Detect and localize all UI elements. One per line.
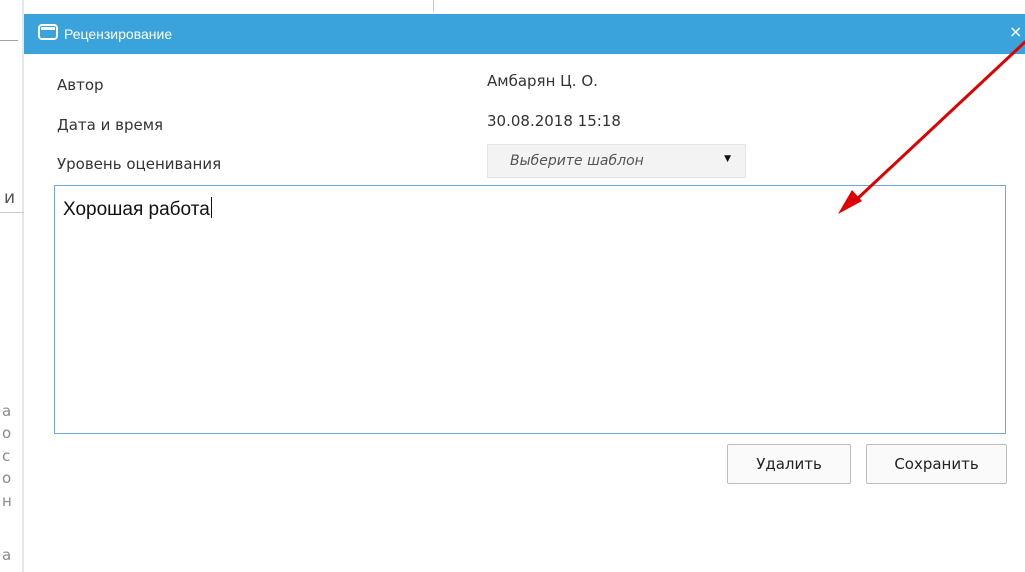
background-text-fragment: с [2, 447, 11, 465]
background-text-fragment: а [2, 546, 12, 564]
background-header-strip [0, 0, 1025, 14]
review-text-container: Хорошая работа [63, 197, 212, 221]
background-text-fragment: о [2, 424, 12, 442]
text-caret [210, 197, 212, 218]
dialog-titlebar: Рецензирование × [24, 14, 1025, 54]
review-text: Хорошая работа [63, 199, 210, 220]
background-text-fragment: и [4, 188, 16, 208]
template-select[interactable]: Выберите шаблон ▼ [487, 144, 746, 178]
background-text-fragment: н [2, 492, 12, 510]
author-value: Амбарян Ц. О. [487, 72, 598, 90]
delete-button[interactable]: Удалить [727, 444, 851, 484]
save-button[interactable]: Сохранить [866, 444, 1007, 484]
assessment-level-label: Уровень оценивания [57, 155, 222, 173]
background-dash [0, 40, 18, 41]
review-textarea[interactable]: Хорошая работа [54, 185, 1006, 434]
background-separator [0, 212, 24, 213]
background-text-fragment: о [2, 469, 12, 487]
dropdown-arrow-icon: ▼ [724, 154, 731, 164]
datetime-value: 30.08.2018 15:18 [487, 112, 621, 130]
close-icon[interactable]: × [1009, 22, 1025, 42]
review-dialog: Рецензирование × Автор Амбарян Ц. О. Дат… [24, 14, 1025, 572]
window-icon [38, 24, 58, 40]
background-text-fragment: а [2, 402, 12, 420]
page: и а о с о н а Рецензирование × Автор Амб… [0, 0, 1025, 572]
datetime-label: Дата и время [57, 116, 164, 134]
author-label: Автор [57, 76, 104, 94]
template-select-value: Выберите шаблон [510, 153, 644, 169]
dialog-title: Рецензирование [64, 26, 173, 42]
background-divider [433, 0, 434, 12]
